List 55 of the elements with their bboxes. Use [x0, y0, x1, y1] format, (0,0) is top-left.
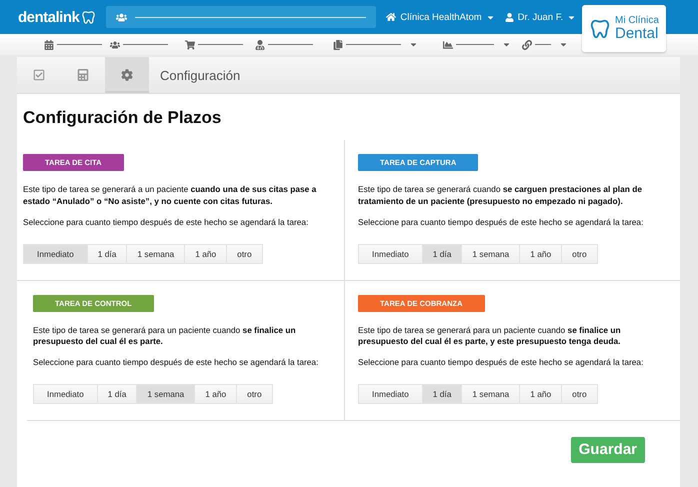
prompt-text: Seleccione para cuanto tiempo después de este hecho se agendará la tarea: [358, 357, 644, 368]
brand-text: Mi Clínica [615, 16, 659, 26]
period-option[interactable]: otro [237, 384, 273, 404]
period-option[interactable]: otro [562, 384, 598, 404]
task-description: Este tipo de tarea se generará para un paciente cuando se finalice un presupuesto del cual él es parte, y este presupuesto tenga deuda. [358, 324, 622, 348]
nav-item[interactable] [522, 40, 568, 50]
chart-icon [443, 40, 453, 50]
task-description: Este tipo de tarea se generará cuando se carguen prestaciones al plan de tratamiento de un paciente (presupuesto no empezado ni pagado). [358, 184, 643, 208]
prompt-text: Seleccione para cuanto tiempo después de este hecho se agendará la tarea: [23, 216, 310, 227]
period-option[interactable]: 1 semana [462, 384, 520, 404]
period-option[interactable]: otro [227, 244, 263, 264]
user-icon [504, 12, 514, 22]
period-option[interactable]: Inmediato [33, 384, 98, 404]
cart-icon [185, 40, 195, 50]
checklist-icon [33, 69, 45, 81]
tooth-icon [81, 10, 96, 24]
calendar-icon [44, 40, 54, 50]
search-field[interactable] [106, 6, 376, 28]
calculator-icon [77, 69, 89, 81]
section-title: Configuración [160, 68, 240, 82]
period-option[interactable]: 1 día [422, 244, 462, 264]
user-menu[interactable]: Dr. Juan F. [504, 12, 576, 22]
period-option[interactable]: Inmediato [23, 244, 88, 264]
prompt-text: Seleccione para cuanto tiempo después de este hecho se agendará la tarea: [358, 216, 644, 227]
task-description: Este tipo de tarea se generará a un paciente cuando una de sus citas pase a estado “Anulado” o “No asiste”, y no cuente con citas futuras. [23, 184, 318, 208]
users-icon [110, 40, 120, 50]
tooth-icon [589, 18, 611, 40]
period-option[interactable]: 1 semana [462, 244, 520, 264]
period-option[interactable]: Inmediato [358, 384, 423, 404]
period-option[interactable]: 1 año [520, 244, 562, 264]
prompt-text: Seleccione para cuanto tiempo después de este hecho se agendará la tarea: [33, 357, 320, 368]
brand-text: Dental [615, 26, 659, 41]
clinic-menu[interactable]: Clínica HealthAtom [386, 12, 495, 22]
nav-item[interactable] [333, 40, 418, 50]
users-icon [116, 12, 128, 22]
period-option[interactable]: 1 semana [137, 384, 196, 404]
period-option[interactable]: 1 año [520, 384, 562, 404]
home-icon [386, 12, 396, 22]
logo[interactable]: dentalink [18, 8, 80, 26]
doctor-icon [255, 40, 265, 50]
link-icon [522, 40, 532, 50]
task-description: Este tipo de tarea se generará para un paciente cuando se finalice un presupuesto del cual él es parte. [33, 324, 297, 348]
period-option[interactable]: 1 día [98, 384, 138, 404]
period-option[interactable]: 1 día [422, 384, 462, 404]
settings-icon [121, 69, 133, 81]
period-option[interactable]: Inmediato [358, 244, 423, 264]
page-title: Configuración de Plazos [23, 108, 222, 128]
copy-icon [333, 40, 343, 50]
nav-item[interactable] [443, 40, 511, 50]
period-option[interactable]: otro [562, 244, 598, 264]
tab[interactable] [105, 57, 149, 93]
period-option[interactable]: 1 año [195, 384, 238, 404]
period-option[interactable]: 1 día [88, 244, 128, 264]
period-option[interactable]: 1 semana [127, 244, 186, 264]
period-option[interactable]: 1 año [185, 244, 228, 264]
